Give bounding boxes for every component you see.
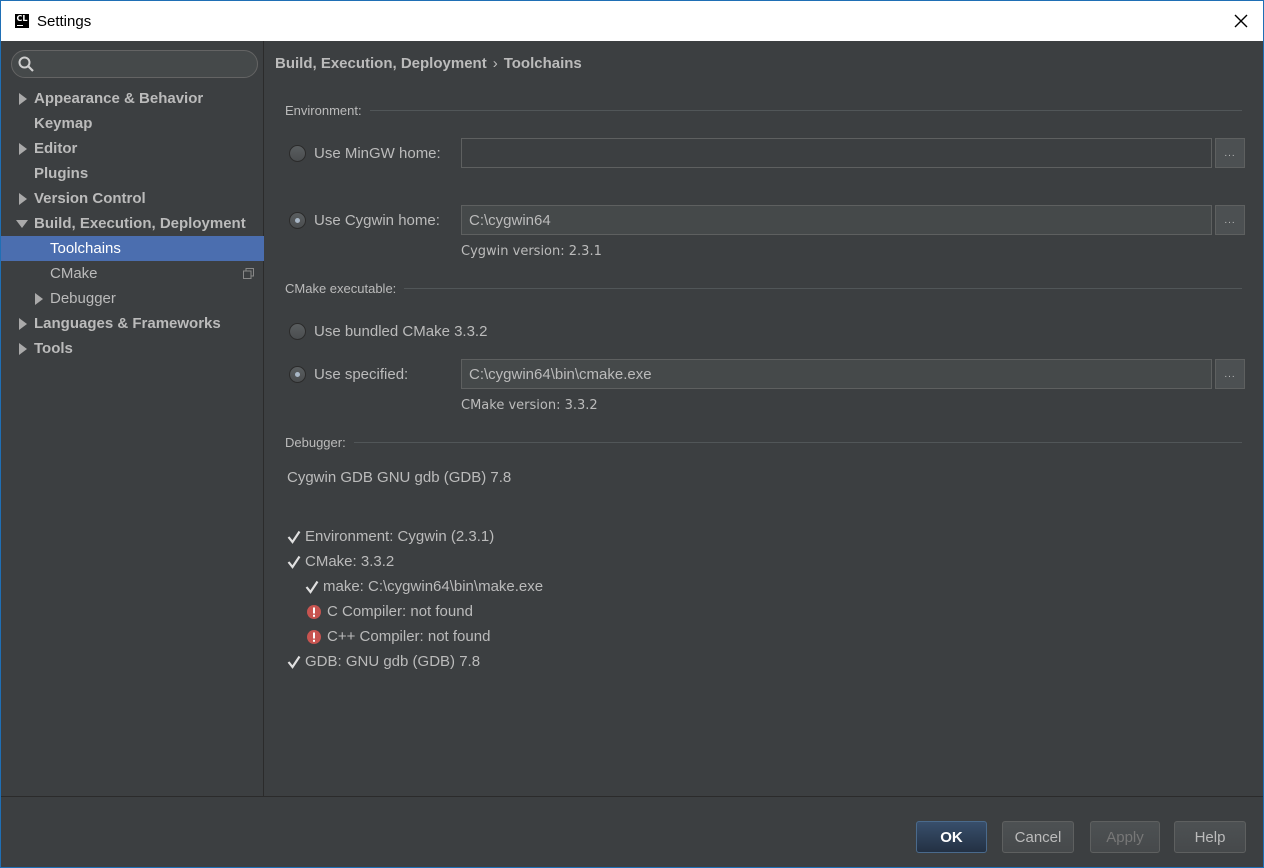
status-c-compiler: C Compiler: not found [307,603,473,620]
cygwin-browse-button[interactable]: ... [1215,205,1245,235]
debugger-value: Cygwin GDB GNU gdb (GDB) 7.8 [287,469,512,486]
sidebar-item-label: Plugins [34,165,89,182]
sidebar-item-plugins[interactable]: Plugins [1,161,264,186]
cmake-browse-button[interactable]: ... [1215,359,1245,389]
sidebar-item-version-control[interactable]: Version Control [1,186,264,211]
help-button[interactable]: Help [1174,821,1246,853]
toolchains-panel: Build, Execution, Deployment › Toolchain… [265,41,1263,796]
sidebar-item-languages-frameworks[interactable]: Languages & Frameworks [1,311,264,336]
separator-line [353,442,1242,443]
sidebar-item-tools[interactable]: Tools [1,336,264,361]
status-make: make: C:\cygwin64\bin\make.exe [305,578,543,595]
copy-icon [243,268,254,279]
error-icon [307,629,321,644]
status-cmake-text: CMake: 3.3.2 [305,553,395,570]
sidebar-item-label: Keymap [34,115,93,132]
sidebar-item-label: CMake [50,265,98,282]
mingw-home-field[interactable] [461,138,1212,168]
error-icon [307,604,321,619]
radio-button[interactable] [289,145,306,162]
breadcrumb-current: Toolchains [503,55,582,72]
sidebar-item-debugger[interactable]: Debugger [1,286,264,311]
radio-button[interactable] [289,323,306,340]
app-icon-text: CL [16,14,28,23]
sidebar-item-build-execution-deployment[interactable]: Build, Execution, Deployment [1,211,264,236]
cygwin-home-field[interactable]: C:\cygwin64 [461,205,1212,235]
search-icon [18,56,34,72]
sidebar-item-label: Toolchains [50,240,121,257]
status-cpp-compiler-text: C++ Compiler: not found [327,628,491,645]
chevron-right-icon [19,142,27,155]
chevron-right-icon [35,292,43,305]
sidebar-item-label: Editor [34,140,78,157]
chevron-right-icon [19,92,27,105]
sidebar-item-toolchains[interactable]: Toolchains [1,236,264,261]
mingw-label: Use MinGW home: [314,145,441,162]
bundled-cmake-radio[interactable]: Use bundled CMake 3.3.2 [289,323,487,340]
sidebar-item-label: Version Control [34,190,146,207]
mingw-radio[interactable]: Use MinGW home: [289,145,441,162]
window-title: Settings [37,12,92,30]
cmake-group-title: CMake executable: [285,281,1242,296]
mingw-browse-button[interactable]: ... [1215,138,1245,168]
cygwin-radio[interactable]: Use Cygwin home: [289,212,440,229]
separator-line [369,110,1242,111]
checkmark-icon [287,555,301,569]
debugger-group-title: Debugger: [285,435,1242,450]
cmake-version-label: CMake version: 3.3.2 [461,398,598,413]
separator-line [404,288,1242,289]
clion-app-icon: CL [15,14,29,28]
cygwin-version-label: Cygwin version: 2.3.1 [461,244,602,259]
close-button[interactable] [1227,7,1255,35]
search-input[interactable] [11,50,258,78]
radio-button[interactable] [289,212,306,229]
breadcrumb-separator: › [492,55,498,72]
settings-window: CL Settings Appearance & Behavior Keymap… [0,0,1264,868]
status-make-text: make: C:\cygwin64\bin\make.exe [323,578,544,595]
status-cmake: CMake: 3.3.2 [287,553,394,570]
sidebar-item-label: Debugger [50,290,116,307]
breadcrumb: Build, Execution, Deployment › Toolchain… [275,55,582,72]
close-icon [1234,14,1248,28]
sidebar-item-appearance-behavior[interactable]: Appearance & Behavior [1,86,264,111]
sidebar-item-label: Languages & Frameworks [34,315,221,332]
cancel-button[interactable]: Cancel [1002,821,1074,853]
status-cpp-compiler: C++ Compiler: not found [307,628,490,645]
sidebar-item-keymap[interactable]: Keymap [1,111,264,136]
cygwin-label: Use Cygwin home: [314,212,440,229]
environment-group-title: Environment: [285,103,1242,118]
radio-button[interactable] [289,366,306,383]
cmake-title-label: CMake executable: [285,281,397,296]
checkmark-icon [287,655,301,669]
cmake-path-field[interactable]: C:\cygwin64\bin\cmake.exe [461,359,1212,389]
status-gdb-text: GDB: GNU gdb (GDB) 7.8 [305,653,481,670]
sidebar-item-label: Appearance & Behavior [34,90,204,107]
title-bar: CL Settings [1,1,1263,41]
apply-button[interactable]: Apply [1090,821,1160,853]
debugger-title-label: Debugger: [285,435,346,450]
status-c-compiler-text: C Compiler: not found [327,603,473,620]
specified-cmake-label: Use specified: [314,366,409,383]
checkmark-icon [287,530,301,544]
sidebar-item-label: Tools [34,340,73,357]
chevron-down-icon [16,219,28,228]
chevron-right-icon [19,317,27,330]
checkmark-icon [305,580,319,594]
chevron-right-icon [19,342,27,355]
sidebar-item-cmake[interactable]: CMake [1,261,264,286]
status-gdb: GDB: GNU gdb (GDB) 7.8 [287,653,480,670]
sidebar-item-editor[interactable]: Editor [1,136,264,161]
chevron-right-icon [19,192,27,205]
ok-button[interactable]: OK [916,821,987,853]
status-environment-text: Environment: Cygwin (2.3.1) [305,528,495,545]
breadcrumb-parent[interactable]: Build, Execution, Deployment [275,55,487,72]
bundled-cmake-label: Use bundled CMake 3.3.2 [314,323,488,340]
specified-cmake-radio[interactable]: Use specified: [289,366,408,383]
sidebar-item-label: Build, Execution, Deployment [34,215,246,232]
status-environment: Environment: Cygwin (2.3.1) [287,528,494,545]
dialog-button-bar: OK Cancel Apply Help [1,796,1263,867]
settings-sidebar: Appearance & Behavior Keymap Editor Plug… [1,41,264,796]
environment-title-label: Environment: [285,103,362,118]
